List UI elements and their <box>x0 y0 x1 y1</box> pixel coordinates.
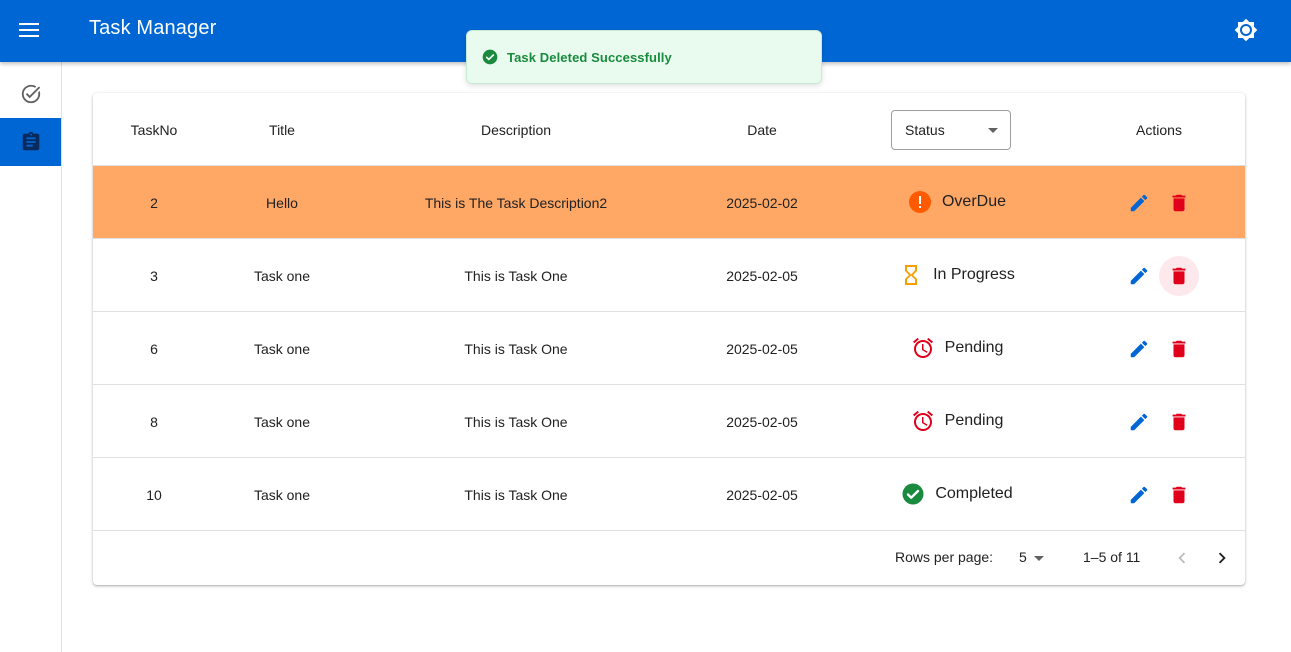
dropdown-arrow-icon <box>1034 556 1044 561</box>
delete-button[interactable] <box>1159 329 1199 369</box>
status-cell: Pending <box>841 385 1073 458</box>
description-cell: This is Task One <box>464 267 568 284</box>
table-row: 10 Task one This is Task One 2025-02-05 … <box>93 458 1245 531</box>
table-pagination: Rows per page: 5 1–5 of 11 <box>93 531 1245 585</box>
alarm-clock-icon <box>911 336 935 360</box>
table-row: 6 Task one This is Task One 2025-02-05 P… <box>93 312 1245 385</box>
rows-per-page-label: Rows per page: <box>895 549 994 565</box>
description-cell: This is Task One <box>464 340 568 357</box>
status-label: Pending <box>944 411 1004 429</box>
title-cell: Task one <box>253 413 311 430</box>
column-header-description: Description <box>480 121 552 138</box>
toast-message: Task Deleted Successfully <box>507 49 672 65</box>
edit-button[interactable] <box>1119 256 1159 296</box>
title-cell: Task one <box>253 340 311 357</box>
trash-icon <box>1172 267 1186 284</box>
title-cell: Hello <box>266 194 298 211</box>
table-row: 3 Task one This is Task One 2025-02-05 I… <box>93 239 1245 312</box>
check-circle-icon <box>482 49 498 65</box>
description-cell: This is Task One <box>464 413 568 430</box>
edit-button[interactable] <box>1119 402 1159 442</box>
table-row: 8 Task one This is Task One 2025-02-05 P… <box>93 385 1245 458</box>
hourglass-icon <box>899 263 923 287</box>
column-header-title: Title <box>269 121 295 138</box>
app-title: Task Manager <box>89 17 217 39</box>
actions-cell <box>1073 166 1245 239</box>
sidebar <box>0 62 62 652</box>
task-no-cell: 8 <box>150 413 158 430</box>
toast-notification: Task Deleted Successfully <box>466 30 822 84</box>
task-no-cell: 6 <box>150 340 158 357</box>
delete-button[interactable] <box>1159 402 1199 442</box>
dropdown-arrow-icon <box>988 127 998 133</box>
clipboard-icon <box>22 131 39 151</box>
check-circle-icon <box>901 482 925 506</box>
edit-button[interactable] <box>1119 329 1159 369</box>
table-header-row: TaskNo Title Description Date Status Act… <box>93 93 1245 166</box>
trash-icon <box>1172 486 1186 503</box>
delete-button[interactable] <box>1159 183 1199 223</box>
actions-cell <box>1073 312 1245 385</box>
theme-toggle-button[interactable] <box>1229 13 1263 47</box>
status-filter-label: Status <box>905 121 945 138</box>
previous-page-button[interactable] <box>1165 541 1199 575</box>
task-no-cell: 3 <box>150 267 158 284</box>
status-cell: Pending <box>841 312 1073 385</box>
rows-per-page-value: 5 <box>1019 549 1027 565</box>
trash-icon <box>1172 413 1186 430</box>
trash-icon <box>1172 340 1186 357</box>
date-cell: 2025-02-05 <box>726 340 798 357</box>
actions-cell <box>1073 385 1245 458</box>
chevron-left-icon <box>1178 552 1186 564</box>
date-cell: 2025-02-05 <box>726 267 798 284</box>
actions-cell <box>1073 239 1245 312</box>
date-cell: 2025-02-05 <box>726 486 798 503</box>
status-label: In Progress <box>933 265 1015 283</box>
column-header-date: Date <box>747 121 777 138</box>
edit-button[interactable] <box>1119 475 1159 515</box>
status-label: OverDue <box>941 192 1007 210</box>
date-cell: 2025-02-05 <box>726 413 798 430</box>
delete-button[interactable] <box>1159 475 1199 515</box>
menu-icon <box>19 23 39 37</box>
page-range: 1–5 of 11 <box>1083 549 1141 565</box>
status-cell: Completed <box>841 458 1073 531</box>
pencil-icon <box>1130 194 1148 211</box>
status-label: Completed <box>935 484 1013 502</box>
status-cell: OverDue <box>841 166 1073 239</box>
status-cell: In Progress <box>841 239 1073 312</box>
task-table: TaskNo Title Description Date Status Act… <box>93 93 1245 585</box>
sidebar-item-tasks[interactable] <box>0 118 61 166</box>
task-no-cell: 10 <box>146 486 162 503</box>
title-cell: Task one <box>253 267 311 284</box>
pencil-icon <box>1130 340 1148 357</box>
pencil-icon <box>1130 267 1148 284</box>
description-cell: This is Task One <box>464 486 568 503</box>
task-no-cell: 2 <box>150 194 158 211</box>
delete-button[interactable] <box>1159 255 1199 296</box>
brightness-icon <box>1234 18 1258 42</box>
date-cell: 2025-02-02 <box>726 194 798 211</box>
trash-icon <box>1172 194 1186 211</box>
alarm-clock-icon <box>911 409 935 433</box>
next-page-button[interactable] <box>1205 541 1239 575</box>
column-header-status: Status <box>841 93 1073 166</box>
description-cell: This is The Task Description2 <box>424 194 608 211</box>
actions-cell <box>1073 458 1245 531</box>
check-circle-outline-icon <box>21 84 40 104</box>
status-label: Pending <box>944 338 1004 356</box>
status-filter-select[interactable]: Status <box>891 109 1011 150</box>
menu-button[interactable] <box>12 13 46 47</box>
column-header-taskno: TaskNo <box>130 121 178 138</box>
table-row: 2 Hello This is The Task Description2 20… <box>93 166 1245 239</box>
sidebar-item-completed-tasks[interactable] <box>0 70 61 118</box>
rows-per-page-select[interactable]: 5 <box>1013 546 1053 570</box>
chevron-right-icon <box>1218 552 1226 564</box>
title-cell: Task one <box>253 486 311 503</box>
error-icon <box>908 190 932 214</box>
pencil-icon <box>1130 413 1148 430</box>
pencil-icon <box>1130 486 1148 503</box>
edit-button[interactable] <box>1119 183 1159 223</box>
column-header-actions: Actions <box>1136 121 1182 138</box>
